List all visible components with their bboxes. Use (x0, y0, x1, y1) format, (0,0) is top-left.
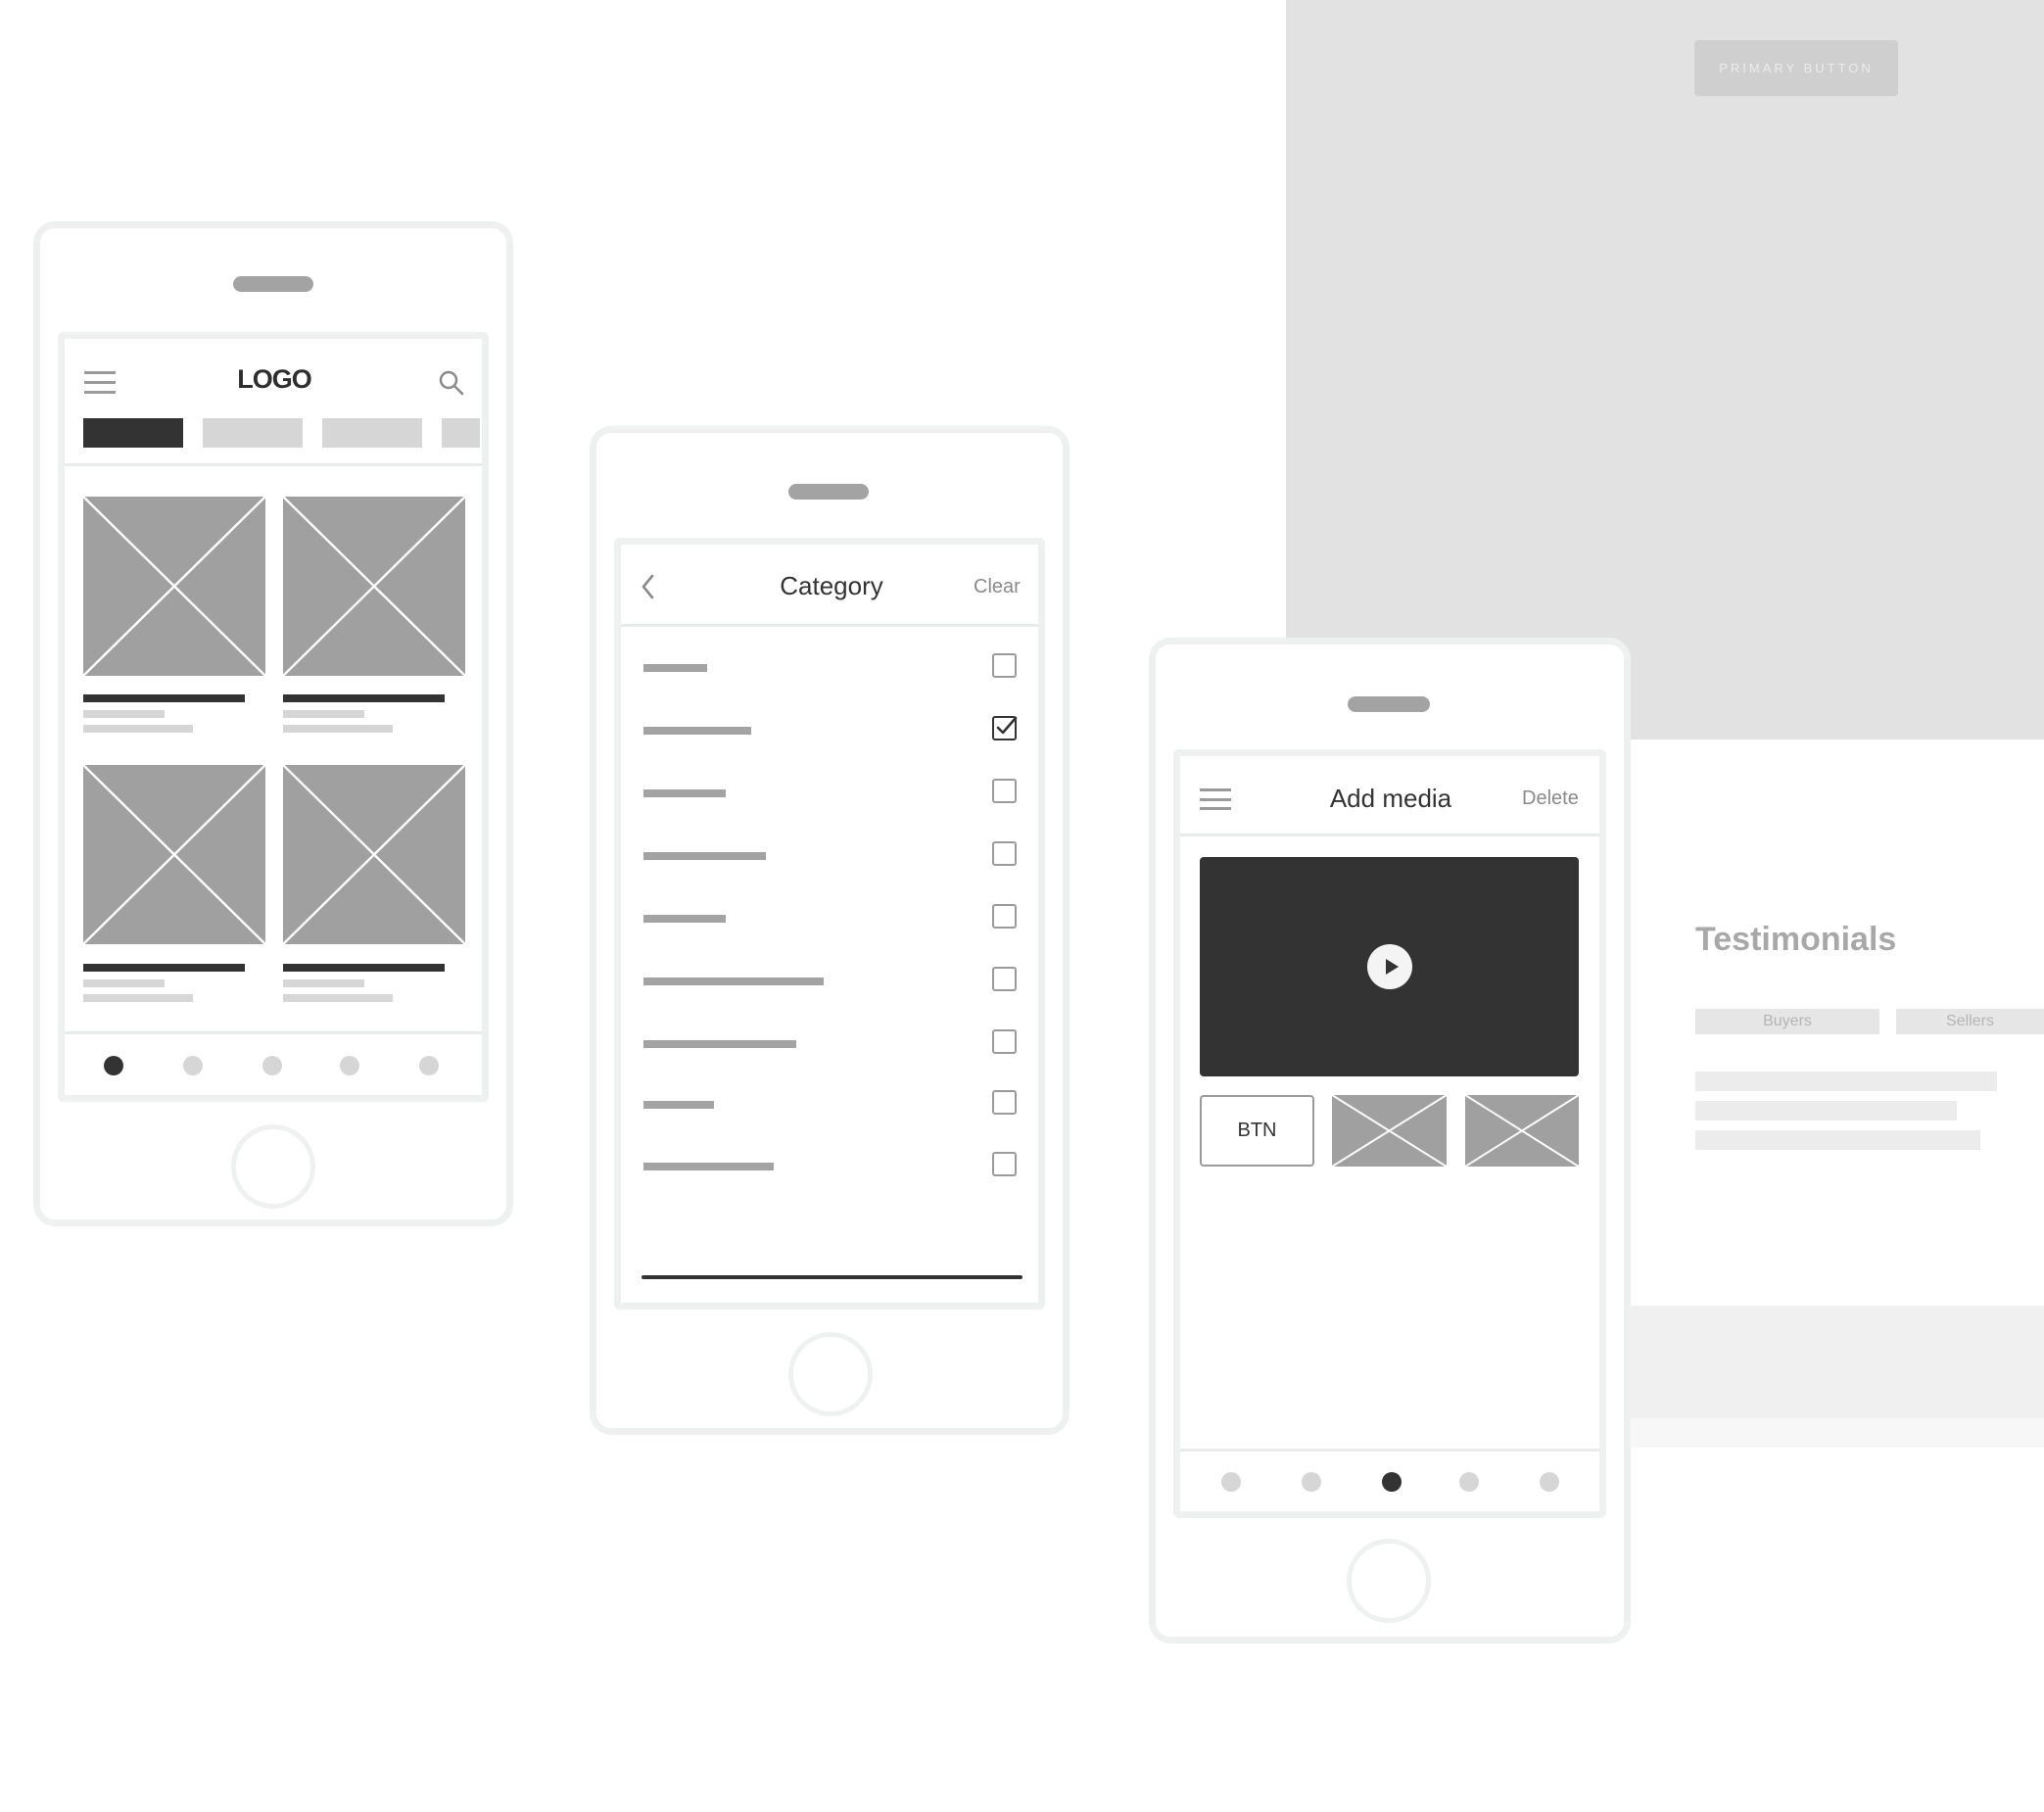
tab-dot[interactable] (183, 1056, 203, 1075)
card-title (83, 964, 245, 972)
card-meta (283, 725, 393, 733)
clear-button[interactable]: Clear (974, 576, 1021, 598)
tab-dot-active[interactable] (1382, 1472, 1402, 1492)
tab-dot[interactable] (340, 1056, 359, 1075)
card-subtitle (83, 710, 165, 718)
tab-dot[interactable] (1459, 1472, 1479, 1492)
text-placeholder (1695, 1101, 1957, 1121)
tab-sellers[interactable]: Sellers (1896, 1009, 2044, 1034)
checkbox[interactable] (992, 1090, 1017, 1115)
phone2-screen (614, 538, 1045, 1310)
header-divider (1180, 834, 1599, 836)
checkbox[interactable] (992, 1152, 1017, 1176)
play-icon[interactable] (1367, 944, 1412, 989)
phone-speaker (233, 276, 313, 292)
hamburger-icon[interactable] (84, 371, 116, 394)
list-item-label (643, 1040, 796, 1048)
checkbox[interactable] (992, 779, 1017, 803)
checkbox-checked[interactable] (992, 716, 1018, 740)
text-placeholder (1695, 1072, 1997, 1091)
delete-button[interactable]: Delete (1522, 787, 1579, 810)
checkbox[interactable] (992, 841, 1017, 866)
text-placeholder (1695, 1130, 1980, 1150)
testimonials-heading: Testimonials (1695, 921, 1897, 958)
search-icon[interactable] (437, 368, 466, 398)
phone-home-button[interactable] (788, 1332, 873, 1416)
list-item-label (643, 978, 824, 985)
filter-pill[interactable] (203, 418, 303, 448)
footer-band (1631, 1306, 2044, 1418)
filter-pill[interactable] (442, 418, 480, 448)
list-item-label (643, 664, 707, 672)
hamburger-icon[interactable] (1200, 788, 1231, 810)
image-placeholder[interactable] (1465, 1095, 1579, 1167)
btn-button[interactable]: BTN (1200, 1095, 1314, 1167)
header-divider (65, 463, 482, 466)
card-meta (83, 994, 193, 1002)
card-title (283, 964, 445, 972)
list-item-label (643, 915, 726, 923)
list-item-label (643, 852, 766, 860)
list-item-label (643, 1163, 774, 1170)
tab-dot[interactable] (262, 1056, 282, 1075)
phone-speaker (1348, 696, 1430, 712)
tabbar-divider (1180, 1449, 1599, 1452)
checkbox[interactable] (992, 1029, 1017, 1054)
image-placeholder[interactable] (83, 497, 265, 676)
card-title (83, 694, 245, 702)
phone-home-button[interactable] (1347, 1539, 1431, 1623)
checkbox[interactable] (992, 904, 1017, 929)
card-subtitle (283, 710, 364, 718)
home-indicator (642, 1275, 1022, 1279)
card-title (283, 694, 445, 702)
checkmark-icon (996, 716, 1018, 735)
card-subtitle (283, 979, 364, 987)
tab-buyers[interactable]: Buyers (1695, 1009, 1879, 1034)
tab-dot[interactable] (419, 1056, 439, 1075)
list-item-label (643, 1101, 714, 1109)
page-title: Category (780, 571, 883, 600)
card-subtitle (83, 979, 165, 987)
tab-dot[interactable] (1302, 1472, 1321, 1492)
page-title: Add media (1329, 784, 1452, 813)
phone-home-button[interactable] (231, 1124, 315, 1209)
list-item-label (643, 727, 751, 735)
tab-dot-home[interactable] (104, 1056, 123, 1075)
app-logo: LOGO (237, 364, 312, 394)
phone-speaker (788, 484, 869, 500)
list-item-label (643, 789, 726, 797)
image-placeholder[interactable] (283, 497, 465, 676)
tab-dot[interactable] (1540, 1472, 1559, 1492)
tabbar-divider (65, 1031, 482, 1034)
image-placeholder[interactable] (1332, 1095, 1447, 1167)
checkbox[interactable] (992, 653, 1017, 678)
checkbox[interactable] (992, 967, 1017, 991)
chevron-left-icon[interactable] (639, 572, 658, 601)
card-meta (83, 725, 193, 733)
footer-band-light (1631, 1418, 2044, 1448)
hero-section (1286, 0, 2044, 739)
primary-button[interactable]: PRIMARY BUTTON (1694, 40, 1898, 96)
filter-pill[interactable] (322, 418, 422, 448)
header-divider (621, 624, 1038, 627)
tab-dot[interactable] (1221, 1472, 1241, 1492)
image-placeholder[interactable] (283, 765, 465, 944)
card-meta (283, 994, 393, 1002)
image-placeholder[interactable] (83, 765, 265, 944)
filter-pill[interactable] (83, 418, 183, 448)
